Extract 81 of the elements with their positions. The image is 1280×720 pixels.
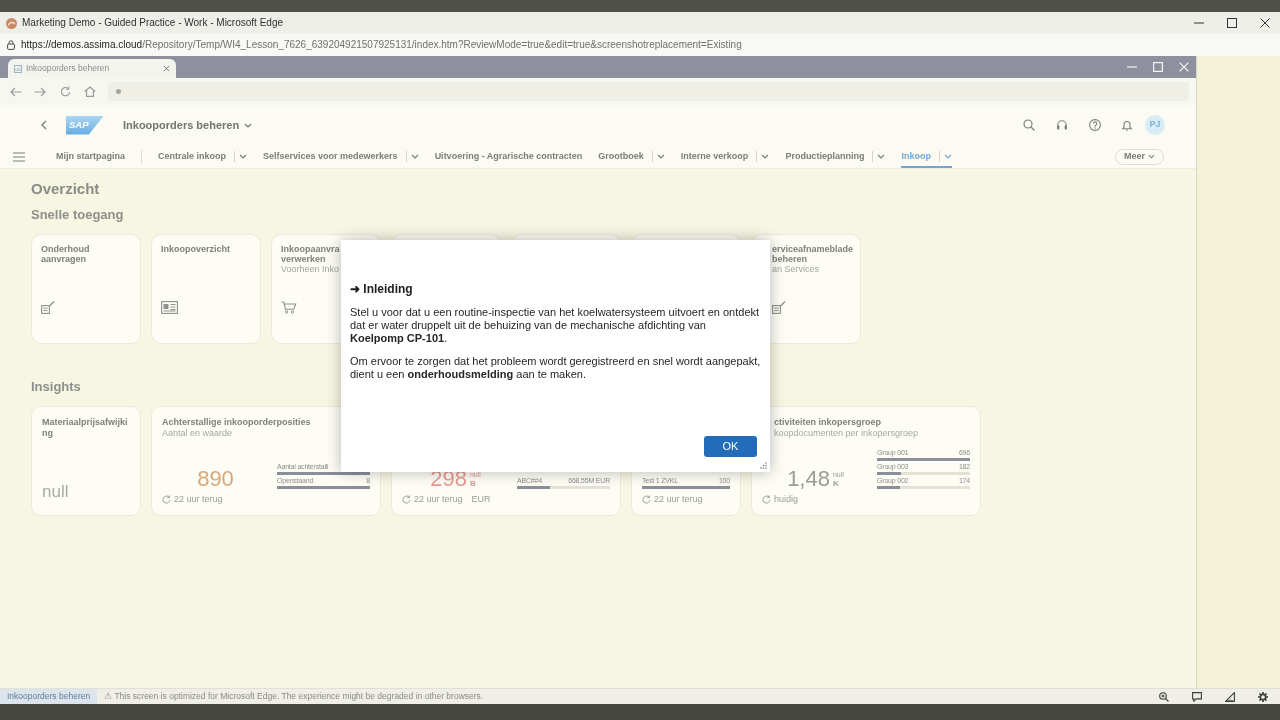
- browser-logo-icon: [6, 17, 17, 29]
- refresh-time: huidig: [774, 494, 799, 505]
- caret-down-icon[interactable]: [656, 154, 665, 159]
- logo: SAP: [66, 115, 104, 135]
- kpi-unit: B: [469, 479, 476, 488]
- nav-tab[interactable]: Interne verkoop: [680, 145, 770, 168]
- nav-tab[interactable]: Productieplanning: [785, 145, 886, 168]
- document-pencil-icon: [41, 301, 55, 314]
- bell-icon[interactable]: [1121, 119, 1133, 131]
- reload-icon[interactable]: [60, 86, 71, 97]
- dialog-paragraph: Om ervoor te zorgen dat het probleem wordt geregistreerd en snel wordt aangepakt, dient u een onderhoudsmelding aan te maken.: [350, 355, 761, 381]
- refresh-time: 22 uur terug: [654, 494, 703, 505]
- refresh-icon: [642, 495, 651, 504]
- card-title: Materiaalprijsafwijking: [42, 417, 129, 439]
- home-icon[interactable]: [84, 86, 96, 97]
- address-url: https://demos.assima.cloud/Repository/Temp/WI4_Lesson_7626_639204921507925131/index.htm?ReviewMode=true&edit=true&screenshotreplacement=Existing: [21, 39, 742, 51]
- nav-tab[interactable]: Uitvoering - Agrarische contracten: [434, 145, 583, 168]
- tile-title: Inkoopaanvra verwerken: [281, 244, 341, 264]
- tile-title: Inkoopoverzicht: [161, 244, 231, 254]
- app-tile[interactable]: Onderhoud aanvragen: [31, 234, 141, 344]
- chat-icon[interactable]: [1192, 691, 1202, 702]
- status-tab[interactable]: Inkooporders beheren: [0, 689, 98, 704]
- kpi-value: 1,48: [787, 469, 830, 489]
- search-icon[interactable]: [1023, 119, 1035, 131]
- caret-down-icon[interactable]: [410, 154, 419, 159]
- insight-card[interactable]: Materiaalprijsafwijking null: [31, 406, 141, 516]
- document-pencil-icon: [772, 301, 786, 314]
- section-heading: Insights: [31, 379, 82, 395]
- lock-icon: [7, 40, 15, 50]
- section-heading: Snelle toegang: [31, 207, 125, 223]
- caret-down-icon[interactable]: [877, 154, 886, 159]
- currency-label: EUR: [471, 494, 491, 505]
- back-chevron-icon[interactable]: [41, 120, 47, 130]
- dot-icon: [116, 89, 121, 94]
- app-tile[interactable]: Inkoopoverzicht: [151, 234, 261, 344]
- card-subtitle: koopdocumenten per inkopersgroep: [774, 428, 920, 439]
- window-title: Marketing Demo - Guided Practice - Work - Microsoft Edge: [22, 17, 283, 29]
- zoom-in-icon[interactable]: [1159, 691, 1169, 702]
- browser-tab[interactable]: Inkooporders beheren: [8, 59, 176, 78]
- app-title-menu[interactable]: Inkooporders beheren: [123, 116, 253, 134]
- card-subtitle: Aantal en waarde: [162, 428, 234, 439]
- refresh-time: 22 uur terug: [414, 494, 463, 505]
- caret-down-icon[interactable]: [239, 154, 248, 159]
- menu-icon[interactable]: [13, 151, 25, 162]
- cart-icon: [281, 301, 297, 314]
- card-title: Achterstallige inkooporderposities: [162, 417, 312, 428]
- tile-subtitle: an Services: [772, 264, 821, 275]
- page-title: Overzicht: [31, 180, 101, 198]
- card-title: ctiviteiten inkopersgroep: [774, 417, 883, 428]
- maximize-icon[interactable]: [1227, 18, 1237, 28]
- kpi-value: 890: [197, 469, 234, 489]
- nav-tab[interactable]: Mijn startpagina: [56, 145, 125, 168]
- refresh-icon: [762, 495, 771, 504]
- tile-subtitle: Voorheen Inko: [281, 264, 341, 275]
- resize-grip-icon[interactable]: [760, 462, 767, 469]
- status-notice: ⚠ This screen is optimized for Microsoft Edge. The experience might be degraded in other browsers.: [104, 690, 484, 703]
- settings-icon[interactable]: [1258, 691, 1268, 702]
- tile-title: Onderhoud aanvragen: [41, 244, 91, 264]
- report-icon: [161, 301, 178, 314]
- caret-down-icon[interactable]: [244, 122, 253, 128]
- refresh-icon: [162, 495, 171, 504]
- nav-tab[interactable]: Grootboek: [598, 145, 665, 168]
- page-icon: [14, 64, 22, 73]
- ok-button[interactable]: OK: [704, 436, 757, 457]
- tile-title: erviceafnameblade beheren: [772, 244, 855, 264]
- forward-arrow-icon[interactable]: [34, 86, 46, 97]
- kpi-unit: K: [832, 479, 839, 488]
- nav-tab[interactable]: Selfservices voor medewerkers: [263, 145, 419, 168]
- kpi-value: null: [42, 482, 70, 502]
- caret-down-icon[interactable]: [761, 154, 770, 159]
- refresh-time: 22 uur terug: [174, 494, 223, 505]
- refresh-icon: [402, 495, 411, 504]
- help-icon[interactable]: [1089, 119, 1101, 131]
- headset-icon[interactable]: [1056, 119, 1068, 131]
- ruler-triangle-icon[interactable]: [1225, 691, 1235, 702]
- caret-down-icon[interactable]: [943, 154, 952, 159]
- nav-tab[interactable]: Centrale inkoop: [158, 145, 248, 168]
- caret-down-icon[interactable]: [1148, 154, 1155, 159]
- close-icon[interactable]: [1260, 18, 1270, 28]
- back-arrow-icon[interactable]: [10, 86, 22, 97]
- address-field[interactable]: [108, 82, 1189, 101]
